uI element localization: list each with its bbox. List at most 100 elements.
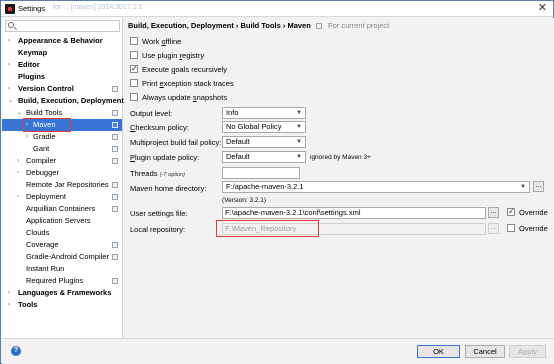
work-offline-label: Work offline [142, 37, 182, 46]
sidebar-item-compiler[interactable]: › Compiler [2, 155, 122, 167]
sidebar-item-coverage[interactable]: Coverage [2, 239, 122, 251]
sidebar-item-label: Gradle [33, 132, 56, 141]
chevron-right-icon[interactable]: › [17, 191, 19, 203]
sidebar-item-appearance-behavior[interactable]: › Appearance & Behavior [2, 35, 122, 47]
threads-label: Threads (-T option) [130, 169, 185, 178]
project-settings-icon [315, 23, 322, 29]
sidebar-item-gradle[interactable]: › Gradle [2, 131, 122, 143]
sidebar-item-editor[interactable]: › Editor [2, 59, 122, 71]
user-settings-override-checkbox[interactable] [507, 206, 515, 217]
chevron-down-icon[interactable]: ⌄ [17, 107, 22, 119]
chevron-down-icon: ▼ [296, 139, 302, 145]
chevron-down-icon: ▼ [296, 124, 302, 130]
sidebar-item-label: Compiler [26, 156, 57, 165]
plugin-update-policy-label: Plugin update policy: [130, 153, 200, 162]
sidebar-item-build-execution-deployment[interactable]: ⌄ Build, Execution, Deployment [2, 95, 124, 107]
project-settings-icon [112, 242, 118, 248]
sidebar-item-instant-run[interactable]: Instant Run [2, 263, 122, 275]
sidebar-item-keymap[interactable]: Keymap [2, 47, 122, 59]
sidebar-item-application-servers[interactable]: Application Servers [2, 215, 122, 227]
sidebar-item-label: Arquillian Containers [26, 204, 96, 213]
user-settings-input[interactable]: F:\apache-maven-3.2.1\conf\settings.xml [222, 207, 486, 219]
checksum-policy-select[interactable]: No Global Policy ▼ [222, 121, 306, 133]
print-exception-label: Print exception stack traces [142, 79, 234, 88]
checksum-policy-label: Checksum policy: [130, 123, 189, 132]
chevron-right-icon[interactable]: › [8, 299, 10, 311]
sidebar-item-label: Clouds [26, 228, 50, 237]
chevron-right-icon[interactable]: › [8, 83, 10, 95]
sidebar-item-label: Keymap [18, 48, 48, 57]
sidebar-item-languages-frameworks[interactable]: › Languages & Frameworks [2, 287, 122, 299]
plugin-update-policy-select[interactable]: Default ▼ [222, 151, 306, 163]
breadcrumb-hint: For current project [327, 21, 390, 30]
sidebar-item-debugger[interactable]: › Debugger [2, 167, 122, 179]
window-title: Settings [18, 4, 46, 13]
highlight-box-maven [23, 118, 71, 132]
settings-window: Settings for ... [maven] 2014.3017.1.1 ✕… [0, 0, 554, 364]
sidebar-item-deployment[interactable]: › Deployment [2, 191, 122, 203]
user-settings-browse-button[interactable]: ... [488, 207, 499, 218]
project-settings-icon [112, 194, 118, 200]
sidebar-item-gant[interactable]: Gant [2, 143, 122, 155]
sidebar-item-tools[interactable]: › Tools [2, 299, 122, 311]
local-repository-label: Local repository: [130, 225, 186, 234]
sidebar-item-remote-jar-repositories[interactable]: Remote Jar Repositories [2, 179, 122, 191]
apply-button[interactable]: Apply [509, 345, 546, 358]
output-level-value: Info [226, 108, 239, 117]
settings-search-input[interactable] [5, 20, 120, 32]
maven-version-text: (Version: 3.2.1) [222, 197, 267, 204]
execute-goals-checkbox[interactable] [130, 63, 138, 74]
sidebar-item-label: Build, Execution, Deployment [18, 96, 124, 105]
settings-sidebar: › Appearance & Behavior Keymap › Editor … [2, 18, 124, 338]
sidebar-item-label: Remote Jar Repositories [26, 180, 109, 189]
sidebar-item-label: Appearance & Behavior [18, 36, 103, 45]
output-level-select[interactable]: Info ▼ [222, 107, 306, 119]
use-plugin-registry-checkbox[interactable] [130, 51, 138, 59]
multiproject-fail-policy-label: Multiproject build fail policy: [130, 138, 222, 147]
project-settings-icon [112, 110, 118, 116]
sidebar-item-label: Instant Run [26, 264, 65, 273]
threads-input[interactable] [222, 167, 300, 179]
window-title-extra: for ... [maven] 2014.3017.1.1 [53, 4, 143, 11]
local-repository-override-checkbox[interactable] [507, 224, 515, 232]
sidebar-item-label: Debugger [26, 168, 59, 177]
maven-home-browse-button[interactable]: ... [533, 181, 544, 192]
chevron-down-icon: ▼ [520, 184, 526, 190]
work-offline-checkbox[interactable] [130, 37, 138, 45]
plugin-update-policy-value: Default [226, 152, 250, 161]
always-update-snapshots-checkbox[interactable] [130, 93, 138, 101]
local-repository-browse-button[interactable]: ... [488, 223, 499, 234]
chevron-down-icon[interactable]: ⌄ [8, 95, 13, 107]
ok-button[interactable]: OK [417, 345, 460, 358]
project-settings-icon [112, 146, 118, 152]
local-repository-override-label: Override [519, 224, 548, 233]
sidebar-item-arquillian-containers[interactable]: Arquillian Containers [2, 203, 122, 215]
cancel-button[interactable]: Cancel [465, 345, 505, 358]
highlight-box-local-repository [216, 220, 319, 237]
user-settings-override-label: Override [519, 208, 548, 217]
sidebar-item-plugins[interactable]: Plugins [2, 71, 122, 83]
close-icon[interactable]: ✕ [538, 2, 547, 15]
project-settings-icon [112, 86, 118, 92]
chevron-right-icon[interactable]: › [8, 35, 10, 47]
sidebar-item-clouds[interactable]: Clouds [2, 227, 122, 239]
sidebar-item-label: Editor [18, 60, 40, 69]
sidebar-item-gradle-android-compiler[interactable]: Gradle-Android Compiler [2, 251, 122, 263]
chevron-right-icon[interactable]: › [17, 155, 19, 167]
project-settings-icon [112, 278, 118, 284]
sidebar-item-version-control[interactable]: › Version Control [2, 83, 122, 95]
dialog-button-bar: ? OK Cancel Apply [2, 338, 554, 364]
maven-home-select[interactable]: F:/apache-maven-3.2.1 ▼ [222, 181, 530, 193]
help-icon[interactable]: ? [11, 346, 21, 356]
sidebar-item-label: Gradle-Android Compiler [26, 252, 109, 261]
chevron-right-icon[interactable]: › [26, 131, 28, 143]
sidebar-item-required-plugins[interactable]: Required Plugins [2, 275, 122, 287]
maven-home-label: Maven home directory: [130, 184, 207, 193]
print-exception-checkbox[interactable] [130, 79, 138, 87]
chevron-right-icon[interactable]: › [8, 287, 10, 299]
chevron-right-icon[interactable]: › [8, 59, 10, 71]
chevron-right-icon[interactable]: › [17, 167, 19, 179]
title-bar[interactable]: Settings for ... [maven] 2014.3017.1.1 ✕ [1, 1, 553, 17]
sidebar-item-label: Application Servers [26, 216, 91, 225]
multiproject-fail-policy-select[interactable]: Default ▼ [222, 136, 306, 148]
